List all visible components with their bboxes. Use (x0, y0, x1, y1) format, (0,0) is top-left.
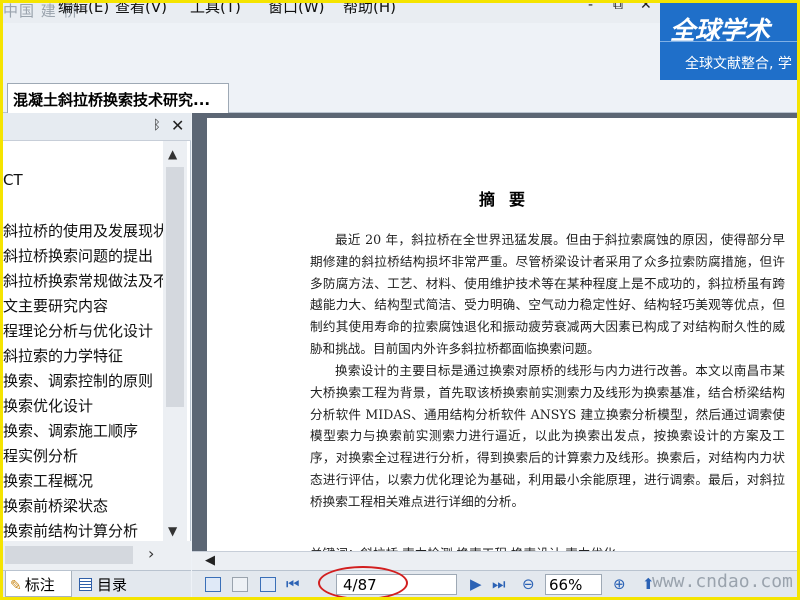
tab-annotations-label: 标注 (24, 576, 55, 594)
menu-tools[interactable]: 工具(T) (190, 3, 241, 17)
first-page-icon[interactable]: ⏮ (286, 575, 300, 593)
document-page: 摘要 最近 20 年，斜拉桥在全世界迅猛发展。但由于斜拉索腐蚀的原因，使得部分早… (207, 118, 797, 551)
two-page-view-icon[interactable] (260, 577, 276, 592)
document-tab[interactable]: 混凝土斜拉桥换索技术研究... (7, 83, 229, 113)
scroll-thumb[interactable] (5, 546, 133, 564)
zoom-level-input[interactable]: 66% (545, 574, 602, 595)
fit-page-icon[interactable] (232, 577, 248, 592)
menu-edit[interactable]: 编辑(E) (58, 3, 109, 17)
outline-panel: ᛒ ✕ CT 斜拉桥的使用及发展现状 斜拉桥换索问题的提出 斜拉桥换索常规做法及… (3, 113, 191, 570)
page-title: 摘要 (478, 190, 539, 209)
toc-item[interactable]: 换索、调索控制的原则 (3, 370, 153, 391)
tab-toc-label: 目录 (97, 576, 128, 594)
document-horizontal-scrollbar[interactable]: ◀ (192, 551, 797, 570)
toc-item[interactable]: 换索、调索施工顺序 (3, 420, 138, 441)
abstract-paragraph: 换索设计的主要目标是通过换索对原桥的线形与内力进行改善。本文以南昌市某大桥换索工… (310, 363, 785, 509)
keywords-line: 关键词：斜拉桥 索力检测 换索工程 换索设计 索力优化 (310, 543, 616, 551)
menu-help[interactable]: 帮助(H) (343, 3, 396, 17)
restore-button[interactable]: ⧉ (613, 3, 623, 13)
document-view[interactable]: 摘要 最近 20 年，斜拉桥在全世界迅猛发展。但由于斜拉索腐蚀的原因，使得部分早… (192, 113, 797, 570)
next-page-icon[interactable]: ▶ (470, 575, 482, 593)
scroll-left-icon[interactable]: ◀ (205, 553, 215, 568)
toc-item[interactable]: 斜拉桥的使用及发展现状 (3, 220, 163, 241)
banner-divider (660, 41, 797, 42)
zoom-in-icon[interactable]: ⊕ (613, 575, 626, 593)
pen-icon: ✎ (10, 578, 22, 594)
minimize-button[interactable]: - (588, 3, 593, 13)
toc-item[interactable]: 换索前结构计算分析 (3, 520, 138, 541)
scroll-down-icon[interactable]: ▼ (168, 524, 177, 538)
toc-item[interactable]: 斜拉桥换索常规做法及不足 (3, 270, 163, 291)
app-window: 中国 建 桥 编辑(E) 查看(V) 工具(T) 窗口(W) 帮助(H) - ⧉… (3, 3, 797, 597)
scroll-up-icon[interactable]: ▲ (168, 147, 177, 161)
menu-window[interactable]: 窗口(W) (268, 3, 325, 17)
menu-view[interactable]: 查看(V) (115, 3, 167, 17)
toc-item[interactable]: 文主要研究内容 (3, 295, 108, 316)
panel-header: ᛒ ✕ (3, 113, 191, 141)
toc-horizontal-scrollbar[interactable]: › (3, 541, 191, 570)
toc-item[interactable]: 换索优化设计 (3, 395, 93, 416)
close-window-button[interactable]: ✕ (640, 3, 652, 13)
toc-item[interactable]: 程实例分析 (3, 445, 78, 466)
zoom-out-icon[interactable]: ⊖ (522, 575, 535, 593)
site-banner[interactable]: 全球学术 全球文献整合, 学 (660, 3, 797, 80)
pin-icon[interactable]: ᛒ (153, 118, 161, 133)
highlight-ring (318, 566, 408, 597)
menu-bar: 中国 建 桥 编辑(E) 查看(V) 工具(T) 窗口(W) 帮助(H) - ⧉… (3, 3, 660, 23)
toc-item[interactable]: 斜拉索的力学特征 (3, 345, 123, 366)
toc-list: CT 斜拉桥的使用及发展现状 斜拉桥换索问题的提出 斜拉桥换索常规做法及不足 文… (3, 141, 163, 541)
tab-toc[interactable]: 目录 (75, 571, 141, 597)
tab-annotations[interactable]: ✎ 标注 (5, 571, 72, 597)
close-icon[interactable]: ✕ (171, 116, 184, 135)
abstract-paragraph: 最近 20 年，斜拉桥在全世界迅猛发展。但由于斜拉索腐蚀的原因，使得部分早期修建… (310, 232, 785, 356)
panel-tabs: ✎ 标注 目录 (3, 570, 191, 597)
single-page-view-icon[interactable] (205, 577, 221, 592)
site-watermark-bottom: www.cndao.com (652, 571, 793, 592)
toc-item[interactable]: 斜拉桥换索问题的提出 (3, 245, 153, 266)
navigation-toolbar: ⏮ 4/87 ▶ ⏭ ⊖ 66% ⊕ ⬆ www.cndao.com (192, 566, 797, 597)
scroll-thumb[interactable] (166, 167, 184, 407)
banner-subtitle: 全球文献整合, 学 (685, 56, 792, 72)
tab-strip-filler (660, 80, 797, 113)
scroll-right-icon[interactable]: › (148, 544, 154, 563)
last-page-icon[interactable]: ⏭ (492, 575, 506, 593)
toc-item[interactable]: 换索前桥梁状态 (3, 495, 108, 516)
toc-item[interactable]: CT (3, 171, 23, 189)
toc-item[interactable]: 程理论分析与优化设计 (3, 320, 153, 341)
grid-icon (79, 578, 92, 591)
toc-item[interactable]: 换索工程概况 (3, 470, 93, 491)
document-tab-strip: 混凝土斜拉桥换索技术研究... (3, 80, 660, 113)
toc-vertical-scrollbar[interactable]: ▲ ▼ (163, 141, 187, 541)
